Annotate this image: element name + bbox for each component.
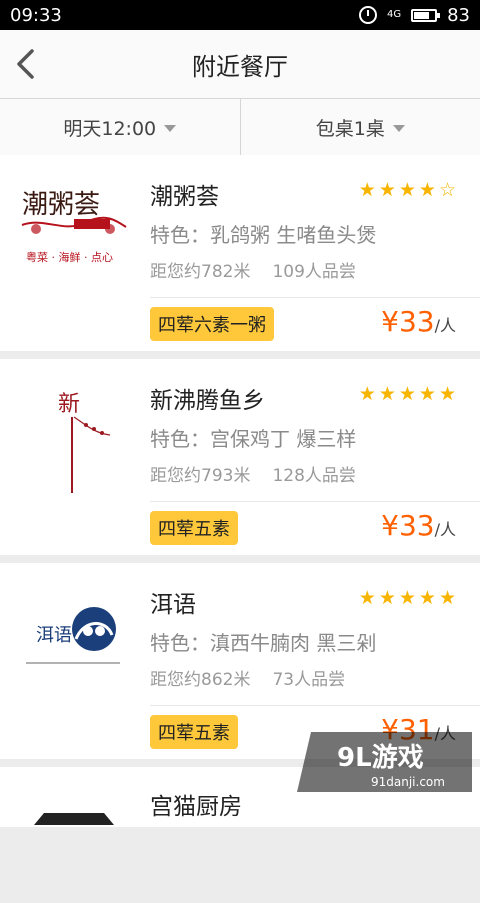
star-filled-icon: ★ — [399, 589, 416, 608]
divider — [150, 501, 480, 502]
price-value: ¥33 — [381, 305, 434, 338]
star-empty-icon: ☆ — [439, 181, 456, 200]
star-filled-icon: ★ — [439, 385, 456, 404]
restaurant-card[interactable]: 潮粥荟 粤菜 · 海鲜 · 点心 潮粥荟 ★★★★☆ 特色：乳鸽粥 生啫鱼头煲 … — [0, 155, 480, 351]
restaurant-feature: 特色：宫保鸡丁 爆三样 — [150, 423, 356, 452]
restaurant-feature: 特色：滇西牛腩肉 黑三剁 — [150, 627, 376, 656]
network-icon: 4G — [387, 10, 401, 20]
filter-time-label: 明天12:00 — [63, 114, 156, 141]
star-filled-icon: ★ — [419, 385, 436, 404]
filter-bar: 明天12:00 包桌1桌 — [0, 99, 480, 156]
alarm-icon — [359, 6, 377, 24]
star-filled-icon: ★ — [419, 181, 436, 200]
distance-text: 距您约793米 — [150, 461, 250, 486]
star-filled-icon: ★ — [379, 589, 396, 608]
filter-time[interactable]: 明天12:00 — [0, 99, 240, 155]
price: ¥33/人 — [381, 509, 456, 542]
svg-text:91danji.com: 91danji.com — [371, 775, 445, 789]
filter-table[interactable]: 包桌1桌 — [240, 99, 480, 155]
rating-stars: ★★★★★ — [359, 385, 456, 404]
set-menu-tag: 四荤五素 — [150, 715, 238, 749]
restaurant-name: 洱语 — [150, 585, 196, 619]
svg-text:新: 新 — [58, 392, 80, 417]
price-unit: /人 — [435, 316, 456, 335]
restaurant-card[interactable]: 洱语 洱语 ★★★★★ 特色：滇西牛腩肉 黑三剁 距您约862米 73人品尝 四… — [0, 563, 480, 759]
set-menu-tag: 四荤六素一粥 — [150, 307, 274, 341]
status-time: 09:33 — [10, 5, 359, 26]
star-filled-icon: ★ — [399, 181, 416, 200]
filter-table-label: 包桌1桌 — [316, 114, 385, 141]
price: ¥33/人 — [381, 305, 456, 338]
divider — [150, 705, 480, 706]
restaurant-name: 潮粥荟 — [150, 177, 219, 211]
svg-text:粤菜 · 海鲜 · 点心: 粤菜 · 海鲜 · 点心 — [26, 250, 113, 264]
distance-text: 距您约782米 — [150, 257, 250, 282]
restaurant-feature: 特色：乳鸽粥 生啫鱼头煲 — [150, 219, 376, 248]
svg-text:洱语: 洱语 — [36, 625, 72, 646]
star-filled-icon: ★ — [379, 181, 396, 200]
star-filled-icon: ★ — [359, 589, 376, 608]
svg-text:潮粥荟: 潮粥荟 — [22, 190, 100, 220]
status-bar: 09:33 4G 83 — [0, 0, 480, 30]
restaurant-name: 宫猫厨房 — [150, 787, 242, 821]
restaurant-list: 潮粥荟 粤菜 · 海鲜 · 点心 潮粥荟 ★★★★☆ 特色：乳鸽粥 生啫鱼头煲 … — [0, 155, 480, 827]
app-header: 附近餐厅 — [0, 30, 480, 99]
price-value: ¥33 — [381, 509, 434, 542]
tasted-count: 128人品尝 — [272, 461, 355, 486]
divider — [150, 297, 480, 298]
star-filled-icon: ★ — [379, 385, 396, 404]
page-title: 附近餐厅 — [192, 47, 288, 82]
restaurant-meta: 距您约782米 109人品尝 — [150, 257, 356, 282]
price-unit: /人 — [435, 520, 456, 539]
restaurant-logo: 潮粥荟 粤菜 · 海鲜 · 点心 — [14, 173, 132, 291]
star-filled-icon: ★ — [399, 385, 416, 404]
restaurant-meta: 距您约793米 128人品尝 — [150, 461, 356, 486]
set-menu-tag: 四荤五素 — [150, 511, 238, 545]
star-filled-icon: ★ — [359, 181, 376, 200]
tasted-count: 109人品尝 — [272, 257, 355, 282]
battery-icon — [411, 9, 437, 22]
rating-stars: ★★★★☆ — [359, 181, 456, 200]
restaurant-meta: 距您约862米 73人品尝 — [150, 665, 345, 690]
chevron-down-icon — [393, 125, 405, 132]
distance-text: 距您约862米 — [150, 665, 250, 690]
star-filled-icon: ★ — [439, 589, 456, 608]
restaurant-logo: 洱语 — [14, 581, 132, 699]
watermark-logo: 9L游戏 91danji.com — [297, 732, 472, 792]
restaurant-card[interactable]: 新 新沸腾鱼乡 ★★★★★ 特色：宫保鸡丁 爆三样 距您约793米 128人品尝… — [0, 359, 480, 555]
battery-level: 83 — [447, 5, 470, 26]
tasted-count: 73人品尝 — [272, 665, 345, 690]
back-arrow-icon[interactable] — [12, 48, 42, 80]
rating-stars: ★★★★★ — [359, 589, 456, 608]
svg-text:9L游戏: 9L游戏 — [337, 743, 424, 773]
status-icons: 4G 83 — [359, 5, 470, 26]
restaurant-logo: 新 — [14, 377, 132, 495]
star-filled-icon: ★ — [359, 385, 376, 404]
star-filled-icon: ★ — [419, 589, 436, 608]
restaurant-name: 新沸腾鱼乡 — [150, 381, 265, 415]
restaurant-logo — [14, 785, 132, 903]
chevron-down-icon — [164, 125, 176, 132]
